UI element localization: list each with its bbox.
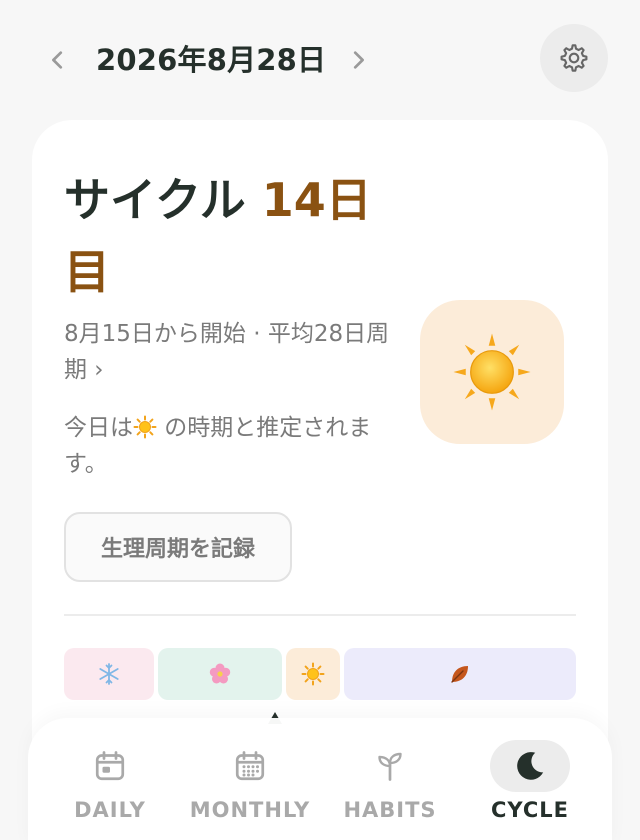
tab-habits-label: HABITS (343, 798, 437, 822)
cycle-start-info[interactable]: 8月15日から開始 · 平均28日周期 › (64, 316, 394, 388)
date-title: 2026年8月28日 (96, 43, 327, 77)
phase-segment-autumn[interactable] (344, 648, 576, 700)
snowflake-icon (99, 663, 119, 685)
today-phase-info: 今日は の時期と推定されます。 (64, 410, 394, 482)
phase-segment-spring[interactable] (158, 648, 282, 700)
calendar-day-icon (95, 751, 125, 781)
current-phase-tile (420, 300, 564, 444)
sun-icon (453, 333, 531, 411)
flower-icon (209, 663, 231, 684)
tab-cycle-icon-wrap (490, 740, 570, 792)
tab-daily-icon-wrap (70, 740, 150, 792)
today-prefix: 今日は (64, 415, 133, 441)
previous-day-button[interactable] (40, 42, 76, 78)
tab-monthly[interactable]: MONTHLY (180, 740, 320, 836)
gear-icon (560, 44, 588, 72)
cycle-title: サイクル 14日目 (64, 164, 404, 308)
sprout-icon (378, 752, 402, 781)
page: 2026年8月28日 サイクル 14日目 8月15日から開始 · 平均28日周期… (0, 0, 640, 840)
chevron-left-icon (52, 51, 63, 69)
chevron-right-icon (353, 51, 364, 69)
tab-daily-label: DAILY (74, 798, 146, 822)
record-period-button[interactable]: 生理周期を記録 (64, 512, 292, 582)
divider (64, 614, 576, 616)
phase-segment-summer[interactable] (286, 648, 340, 700)
header: 2026年8月28日 (0, 0, 640, 120)
tab-daily[interactable]: DAILY (40, 740, 180, 836)
tab-habits[interactable]: HABITS (320, 740, 460, 836)
tab-monthly-label: MONTHLY (189, 798, 311, 822)
tab-habits-icon-wrap (350, 740, 430, 792)
sun-icon (301, 662, 325, 686)
phase-segment-winter[interactable] (64, 648, 154, 700)
settings-button[interactable] (540, 24, 608, 92)
leaf-icon (451, 666, 468, 683)
bottom-tab-bar: DAILY MONTHLY HABITS CYCLE (28, 718, 612, 840)
calendar-month-icon (235, 751, 265, 781)
tab-cycle-label: CYCLE (490, 798, 569, 822)
tab-cycle[interactable]: CYCLE (460, 740, 600, 836)
tab-monthly-icon-wrap (210, 740, 290, 792)
phase-bar (64, 648, 576, 700)
next-day-button[interactable] (340, 42, 376, 78)
moon-icon (517, 752, 544, 780)
sun-icon (133, 415, 157, 439)
cycle-title-prefix: サイクル (64, 173, 246, 227)
